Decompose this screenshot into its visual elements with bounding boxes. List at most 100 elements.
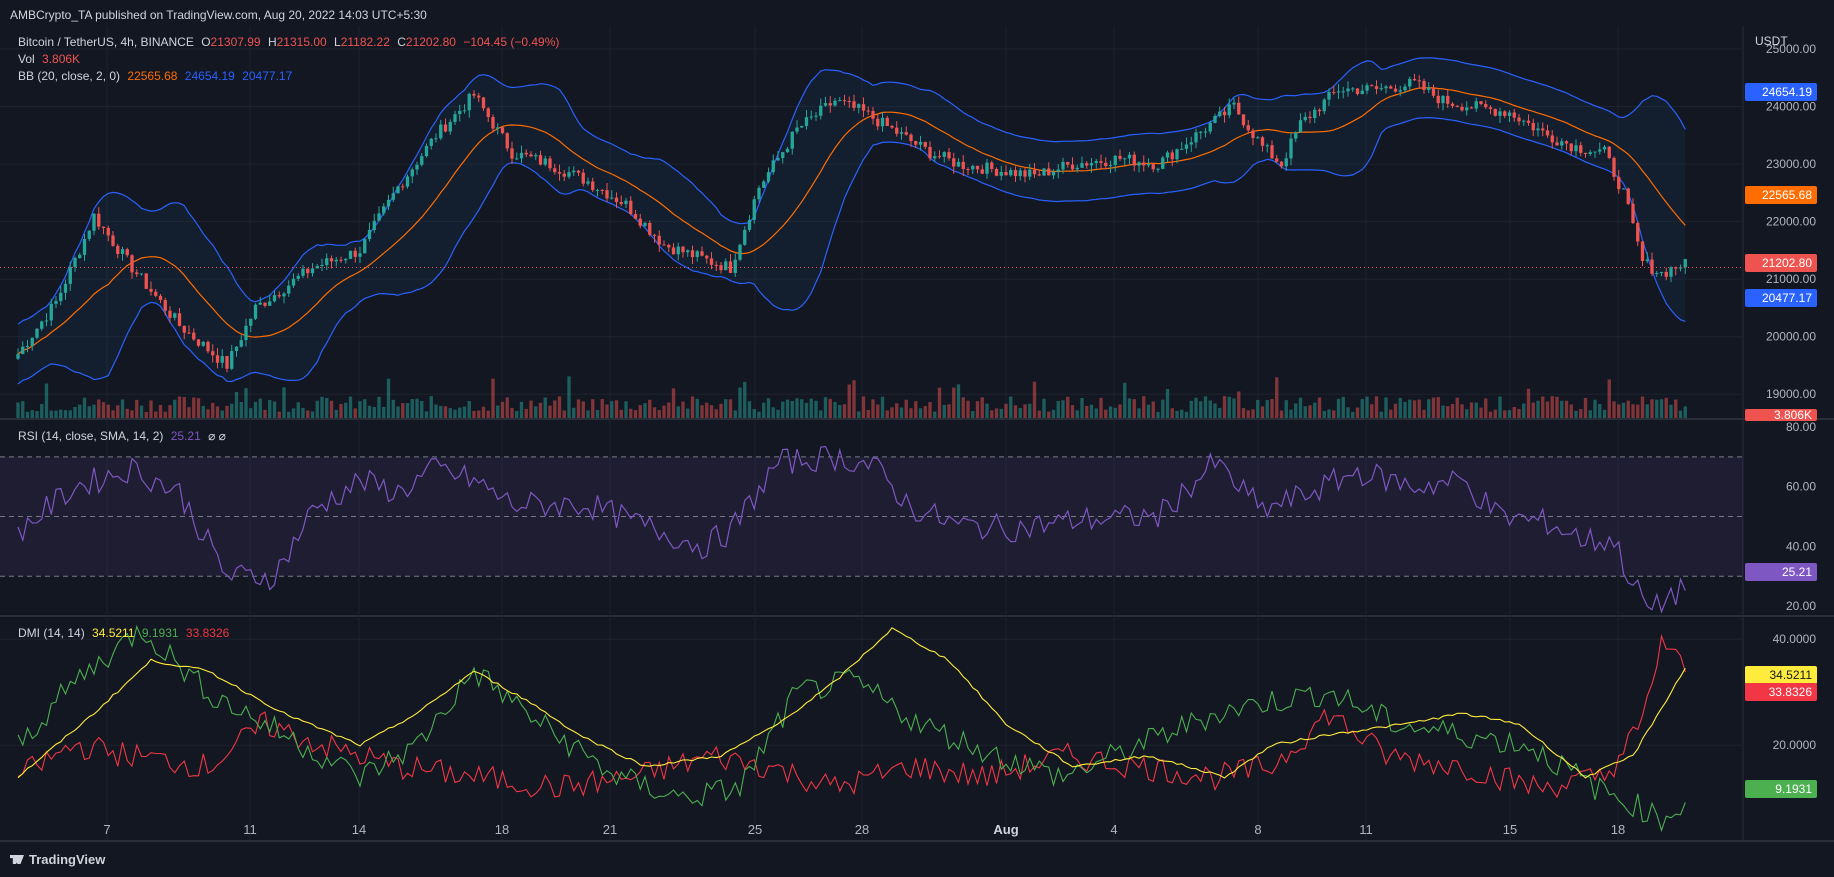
volume-bar: [942, 404, 946, 418]
volume-bar: [1336, 398, 1341, 418]
rsi-label[interactable]: RSI (14, close, SMA, 14, 2): [18, 429, 163, 443]
price-tick-label: 22000.00: [1766, 215, 1816, 229]
candle-body: [1142, 162, 1146, 166]
volume-bar: [952, 387, 956, 418]
volume-bar: [762, 402, 766, 418]
volume-bar: [638, 405, 642, 418]
candle-body: [814, 115, 818, 117]
volume-bar: [344, 402, 348, 418]
volume-bar: [1298, 397, 1303, 418]
vol-label[interactable]: Vol: [18, 52, 35, 66]
volume-bar: [481, 406, 486, 418]
volume-bar: [1569, 404, 1573, 418]
volume-bar: [59, 409, 63, 418]
volume-bar: [1075, 410, 1079, 418]
candle-body: [225, 356, 229, 369]
candle-body: [510, 148, 514, 159]
candle-body: [40, 321, 44, 329]
candle-body: [68, 266, 72, 284]
candle-body: [1194, 132, 1198, 143]
volume-bar: [462, 406, 467, 418]
candle-body: [1237, 102, 1241, 115]
candle-body: [116, 245, 120, 254]
volume-bar: [1251, 409, 1255, 418]
volume-bar: [477, 410, 481, 418]
volume-bar: [1279, 410, 1284, 418]
volume-bar: [1650, 399, 1654, 418]
candle-body: [206, 341, 210, 352]
volume-bar: [1640, 396, 1645, 418]
volume-bar: [1479, 407, 1483, 418]
candle-body: [790, 131, 794, 149]
candle-body: [201, 341, 205, 346]
candle-body: [382, 206, 386, 214]
date-tick-label: 7: [103, 822, 110, 837]
bb-upper-price-label: 24654.19: [1745, 83, 1817, 101]
bb-label[interactable]: BB (20, close, 2, 0): [18, 69, 120, 83]
volume-bar: [173, 399, 177, 418]
candle-body: [904, 132, 908, 135]
candle-body: [866, 110, 870, 112]
candle-body: [747, 219, 752, 230]
candle-body: [63, 283, 68, 293]
volume-bar: [1241, 408, 1246, 418]
date-tick-label: 18: [495, 822, 509, 837]
dmi-label[interactable]: DMI (14, 14): [18, 626, 85, 640]
candle-body: [1137, 162, 1141, 166]
date-tick-label: 25: [748, 822, 762, 837]
symbol-name[interactable]: Bitcoin / TetherUS, 4h, BINANCE: [18, 35, 194, 49]
ohlc-high: H21315.00: [267, 35, 327, 49]
candle-body: [709, 258, 714, 265]
volume-bar: [828, 398, 832, 418]
volume-bar: [633, 410, 638, 418]
candle-body: [1579, 145, 1583, 153]
volume-bar: [1332, 410, 1336, 418]
volume-bar: [1246, 410, 1250, 418]
plus-di-price-label: 9.1931: [1745, 780, 1817, 798]
volume-bar: [1469, 402, 1474, 418]
volume-bar: [82, 397, 87, 418]
chart-canvas[interactable]: 7 11 14 18 21 25 28 Aug 4 8 11 15 1825000.0024000.00…: [0, 0, 1834, 877]
tradingview-logo[interactable]: TradingView: [10, 852, 105, 867]
currency-label: USDT: [1755, 34, 1788, 48]
candle-body: [999, 171, 1003, 176]
candle-body: [538, 155, 543, 165]
volume-bar: [695, 398, 699, 418]
candle-body: [529, 154, 533, 157]
candle-body: [391, 193, 395, 200]
candle-body: [1146, 164, 1151, 166]
volume-bar: [339, 403, 343, 418]
candle-body: [1336, 91, 1341, 93]
candle-body: [1393, 88, 1398, 92]
volume-bar: [1612, 401, 1616, 418]
vol-legend: Vol 3.806K: [18, 52, 84, 66]
candle-body: [1028, 169, 1032, 177]
candle-body: [567, 172, 571, 177]
candle-body: [1436, 95, 1440, 104]
candle-body: [1170, 152, 1174, 160]
candle-body: [339, 259, 343, 261]
volume-bar: [1436, 397, 1440, 418]
candle-body: [1108, 165, 1113, 167]
candle-body: [415, 164, 419, 170]
volume-bar: [130, 410, 134, 418]
candle-body: [211, 351, 215, 356]
candle-body: [1526, 120, 1531, 123]
volume-bar: [1645, 404, 1649, 418]
volume-bar: [534, 406, 538, 418]
candle-body: [500, 127, 505, 134]
candle-body: [87, 230, 91, 239]
candle-body: [1574, 145, 1578, 152]
volume-bar: [1203, 396, 1208, 418]
volume-bar: [1664, 397, 1668, 418]
candle-body: [1555, 142, 1559, 146]
volume-bar: [1099, 397, 1103, 418]
candle-body: [82, 238, 87, 255]
volume-bar: [795, 398, 799, 418]
candle-body: [154, 291, 158, 296]
volume-bar: [1678, 410, 1683, 418]
volume-bar: [923, 406, 927, 418]
volume-bar: [1631, 404, 1635, 418]
date-tick-label: 15: [1503, 822, 1517, 837]
candle-body: [125, 249, 129, 256]
